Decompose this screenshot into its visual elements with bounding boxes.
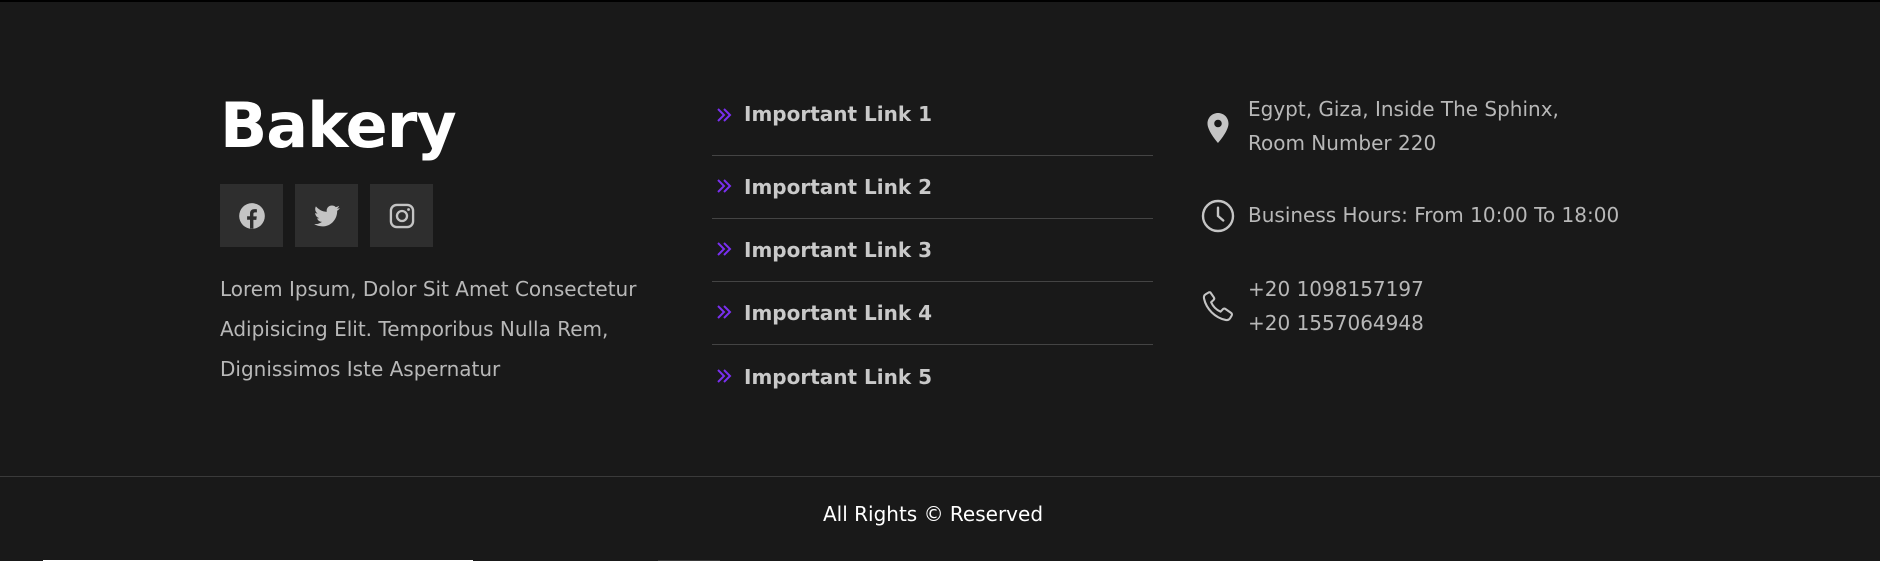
important-links: Important Link 1 Important Link 2 Import… xyxy=(712,102,1153,408)
contact-phones: +20 1098157197 +20 1557064948 xyxy=(1200,272,1620,340)
contact-address: Egypt, Giza, Inside The Sphinx, Room Num… xyxy=(1200,92,1620,160)
double-chevron-right-icon xyxy=(717,305,732,319)
important-link-1[interactable]: Important Link 1 xyxy=(712,102,1153,156)
phone-numbers: +20 1098157197 +20 1557064948 xyxy=(1248,272,1424,340)
important-link-5[interactable]: Important Link 5 xyxy=(712,345,1153,408)
double-chevron-right-icon xyxy=(717,179,732,193)
footer-divider xyxy=(0,476,1880,477)
important-link-label: Important Link 5 xyxy=(744,364,933,389)
instagram-button[interactable] xyxy=(370,184,433,247)
phone-icon xyxy=(1202,291,1234,322)
address-text: Egypt, Giza, Inside The Sphinx, Room Num… xyxy=(1248,97,1559,155)
double-chevron-right-icon xyxy=(717,368,732,383)
important-link-3[interactable]: Important Link 3 xyxy=(712,219,1153,282)
important-link-label: Important Link 3 xyxy=(744,238,933,262)
hours-text: Business Hours: From 10:00 To 18:00 xyxy=(1248,203,1620,227)
facebook-icon xyxy=(238,202,265,229)
clock-icon xyxy=(1201,199,1235,233)
important-link-label: Important Link 2 xyxy=(744,175,933,199)
twitter-button[interactable] xyxy=(295,184,358,247)
copyright-text: All Rights © Reserved xyxy=(822,502,1044,526)
important-link-4[interactable]: Important Link 4 xyxy=(712,282,1153,345)
site-footer: Bakery Lorem Ipsum, Dolor Sit Amet Conse… xyxy=(0,0,1880,561)
double-chevron-right-icon xyxy=(717,108,732,122)
location-pin-icon xyxy=(1207,113,1229,143)
important-link-label: Important Link 4 xyxy=(744,301,933,325)
facebook-button[interactable] xyxy=(220,184,283,247)
instagram-icon xyxy=(389,203,414,228)
brand-title: Bakery xyxy=(220,89,457,162)
phone-number-2[interactable]: +20 1557064948 xyxy=(1248,306,1424,340)
contact-hours: Business Hours: From 10:00 To 18:00 xyxy=(1200,198,1620,234)
social-links xyxy=(220,184,660,247)
contact-column: Egypt, Giza, Inside The Sphinx, Room Num… xyxy=(1200,92,1620,340)
important-link-2[interactable]: Important Link 2 xyxy=(712,156,1153,219)
twitter-icon xyxy=(313,205,340,226)
double-chevron-right-icon xyxy=(717,242,732,256)
brand-description: Lorem Ipsum, Dolor Sit Amet Consectetur … xyxy=(220,277,637,381)
important-link-label: Important Link 1 xyxy=(744,102,933,126)
brand-column: Bakery Lorem Ipsum, Dolor Sit Amet Conse… xyxy=(220,90,660,389)
phone-number-1[interactable]: +20 1098157197 xyxy=(1248,272,1424,306)
